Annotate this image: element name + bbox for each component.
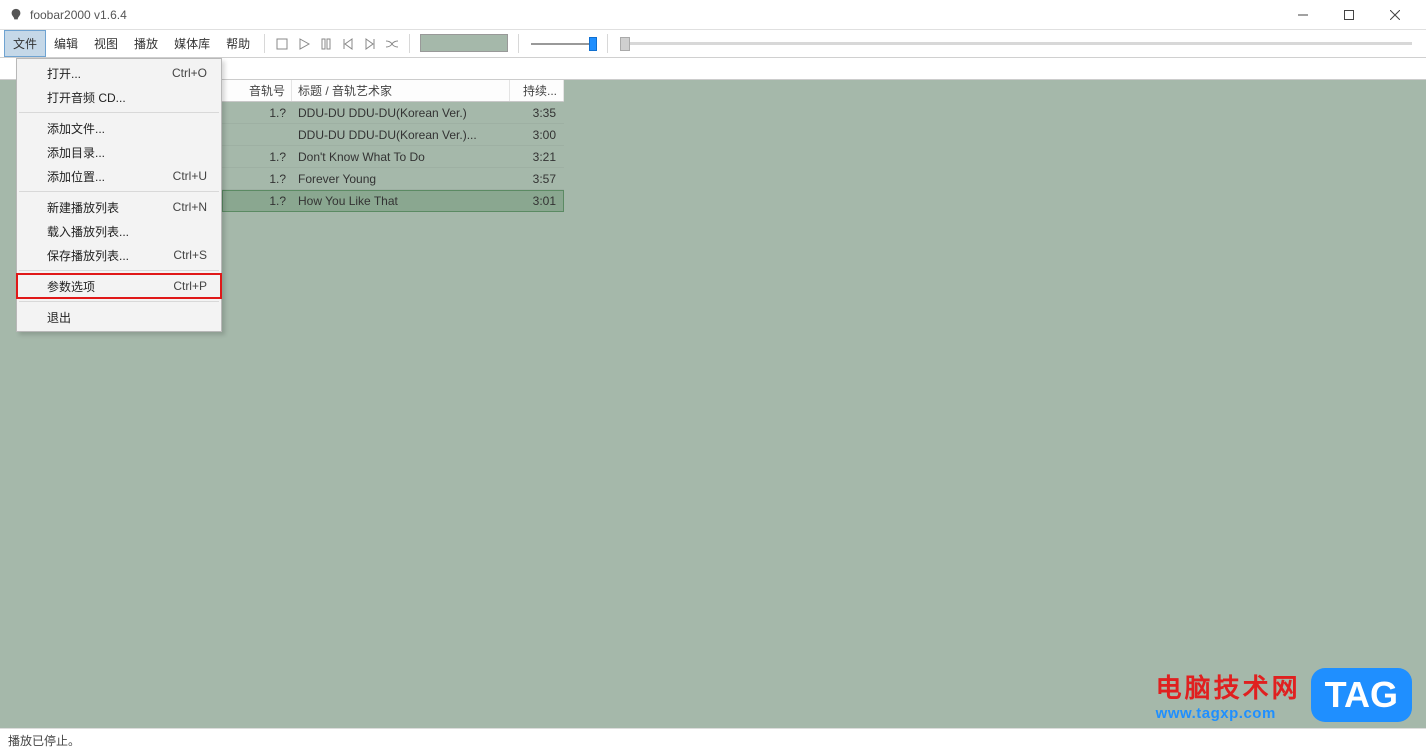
playlist-row[interactable]: 1.?How You Like That3:01 [222,190,564,212]
menu-item-载入播放列表...[interactable]: 载入播放列表... [17,219,221,243]
cell-trackno: 1.? [222,194,292,208]
menu-item-保存播放列表...[interactable]: 保存播放列表... Ctrl+S [17,243,221,267]
toolbar-separator [607,34,608,53]
playlist-row[interactable]: 1.?Don't Know What To Do3:21 [222,146,564,168]
maximize-button[interactable] [1326,0,1372,30]
seekbar[interactable] [620,30,1412,57]
minimize-button[interactable] [1280,0,1326,30]
cell-duration: 3:21 [510,150,564,164]
close-button[interactable] [1372,0,1418,30]
file-menu-dropdown: 打开... Ctrl+O 打开音频 CD... 添加文件... 添加目录... 添加位置.… [16,58,222,332]
cell-duration: 3:35 [510,106,564,120]
menu-item-shortcut: Ctrl+O [172,66,207,80]
menu-播放[interactable]: 播放 [126,30,166,57]
menu-媒体库[interactable]: 媒体库 [166,30,218,57]
watermark: 电脑技术网 www.tagxp.com TAG [1156,668,1412,722]
toolbar-separator [264,34,265,53]
menu-item-打开...[interactable]: 打开... Ctrl+O [17,61,221,85]
play-button[interactable] [293,30,315,57]
col-duration[interactable]: 持续... [510,80,564,101]
watermark-url: www.tagxp.com [1156,705,1301,722]
watermark-tag: TAG [1311,668,1412,722]
status-bar: 播放已停止。 [0,728,1426,752]
volume-slider[interactable] [531,30,595,57]
menu-item-shortcut: Ctrl+S [173,248,207,262]
playlist: 音轨号 标题 / 音轨艺术家 持续... 1.?DDU-DU DDU-DU(Ko… [222,80,564,212]
cell-title: Don't Know What To Do [292,150,510,164]
playlist-header[interactable]: 音轨号 标题 / 音轨艺术家 持续... [222,80,564,102]
cell-title: How You Like That [292,194,510,208]
cell-trackno: 1.? [222,172,292,186]
cell-duration: 3:00 [510,128,564,142]
playlist-row[interactable]: 1.?Forever Young3:57 [222,168,564,190]
menu-item-label: 添加位置... [47,168,105,185]
menu-item-shortcut: Ctrl+N [173,200,207,214]
menu-separator [19,301,219,302]
menu-item-添加位置...[interactable]: 添加位置... Ctrl+U [17,164,221,188]
window-title: foobar2000 v1.6.4 [30,8,127,22]
menu-item-label: 新建播放列表 [47,199,119,216]
stop-button[interactable] [271,30,293,57]
menu-item-label: 打开音频 CD... [47,89,126,106]
menu-帮助[interactable]: 帮助 [218,30,258,57]
toolbar-separator [518,34,519,53]
cell-title: DDU-DU DDU-DU(Korean Ver.) [292,106,510,120]
menu-item-label: 添加文件... [47,120,105,137]
titlebar: foobar2000 v1.6.4 [0,0,1426,30]
app-icon [8,7,24,23]
col-trackno[interactable]: 音轨号 [222,80,292,101]
cell-title: Forever Young [292,172,510,186]
menu-item-label: 退出 [47,309,71,326]
prev-button[interactable] [337,30,359,57]
menu-item-参数选项[interactable]: 参数选项 Ctrl+P [17,274,221,298]
menubar: 文件编辑视图播放媒体库帮助 [0,30,1426,58]
menu-item-label: 载入播放列表... [47,223,129,240]
menu-item-shortcut: Ctrl+U [173,169,207,183]
cell-trackno: 1.? [222,150,292,164]
menu-item-label: 参数选项 [47,278,95,295]
menu-编辑[interactable]: 编辑 [46,30,86,57]
menu-文件[interactable]: 文件 [4,30,46,57]
menu-item-新建播放列表[interactable]: 新建播放列表 Ctrl+N [17,195,221,219]
menu-item-退出[interactable]: 退出 [17,305,221,329]
menu-item-打开音频 CD...[interactable]: 打开音频 CD... [17,85,221,109]
col-title[interactable]: 标题 / 音轨艺术家 [292,80,510,101]
menu-separator [19,270,219,271]
watermark-title: 电脑技术网 [1156,668,1301,705]
menu-item-label: 打开... [47,65,81,82]
menu-item-shortcut: Ctrl+P [173,279,207,293]
pause-button[interactable] [315,30,337,57]
cell-duration: 3:57 [510,172,564,186]
next-button[interactable] [359,30,381,57]
menu-item-添加文件...[interactable]: 添加文件... [17,116,221,140]
cell-title: DDU-DU DDU-DU(Korean Ver.)... [292,128,510,142]
menu-item-添加目录...[interactable]: 添加目录... [17,140,221,164]
playlist-row[interactable]: DDU-DU DDU-DU(Korean Ver.)...3:00 [222,124,564,146]
status-text: 播放已停止。 [8,732,80,749]
cell-duration: 3:01 [510,194,564,208]
toolbar-separator [409,34,410,53]
playlist-row[interactable]: 1.?DDU-DU DDU-DU(Korean Ver.)3:35 [222,102,564,124]
menu-item-label: 保存播放列表... [47,247,129,264]
menu-separator [19,191,219,192]
menu-视图[interactable]: 视图 [86,30,126,57]
cell-trackno: 1.? [222,106,292,120]
spectrum-display [420,34,508,52]
random-button[interactable] [381,30,403,57]
menu-item-label: 添加目录... [47,144,105,161]
menu-separator [19,112,219,113]
